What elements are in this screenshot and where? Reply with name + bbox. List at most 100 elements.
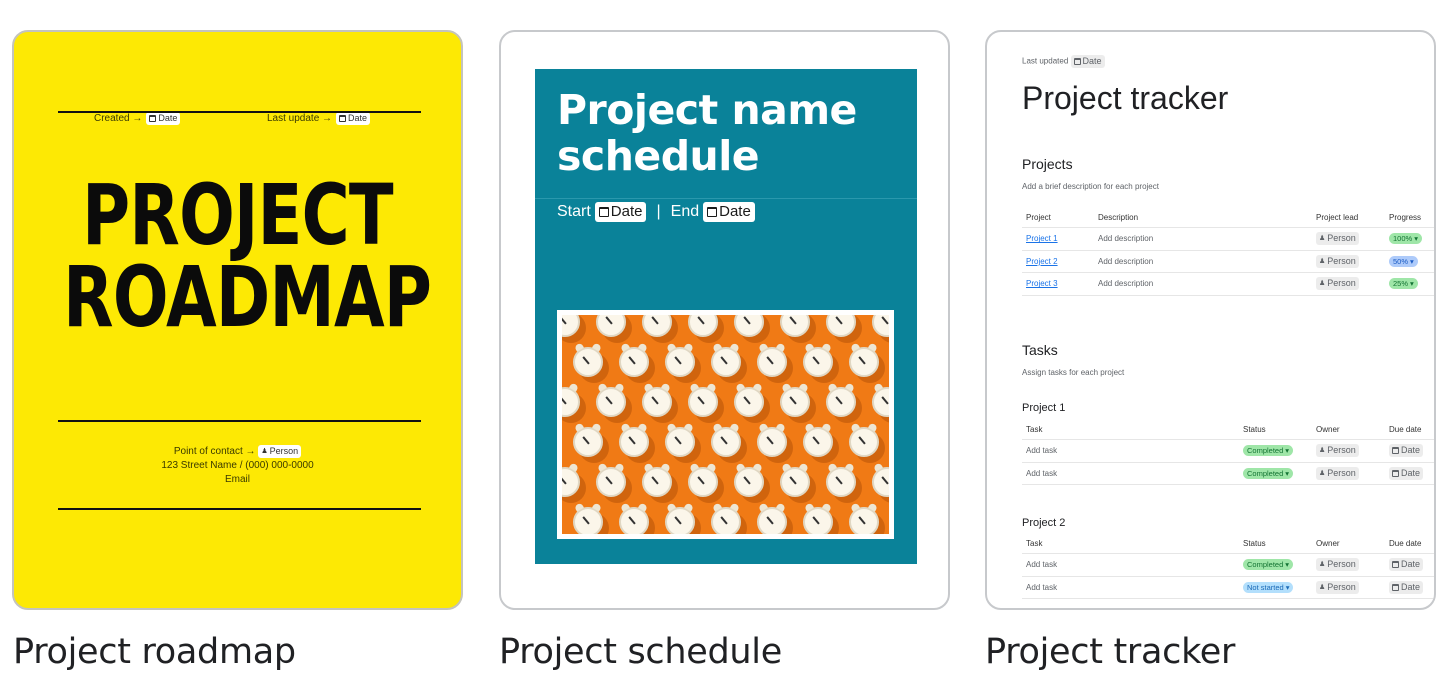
project-link[interactable]: Project 3 <box>1026 279 1058 288</box>
template-card-project-schedule[interactable]: Project name schedule Start Date | End D… <box>499 30 950 610</box>
task-group-heading: Project 2 <box>1022 517 1066 529</box>
alarm-clock-icon <box>642 315 672 337</box>
divider <box>58 508 421 510</box>
alarm-clock-icon <box>562 387 580 417</box>
alarm-clock-icon <box>826 387 856 417</box>
status-pill: Completed ▾ <box>1243 467 1294 479</box>
alarm-clock-icon <box>826 315 856 337</box>
calendar-icon <box>1392 469 1399 477</box>
roadmap-last-update-label: Last update → <box>267 113 333 124</box>
person-icon: ♟ <box>1319 280 1326 288</box>
alarm-clock-icon <box>619 427 649 457</box>
contact-address: 123 Street Name / (000) 000-0000 <box>161 460 314 472</box>
alarm-clock-icon <box>688 315 718 337</box>
schedule-title-line: schedule <box>557 132 760 180</box>
template-caption[interactable]: Project roadmap <box>13 632 296 672</box>
roadmap-contact: Point of contact → ♟ Person 123 Street Na… <box>14 445 461 487</box>
task-cell: Add task <box>1026 446 1058 456</box>
alarm-clock-icon <box>849 427 879 457</box>
schedule-dates: Start Date | End Date <box>557 202 755 222</box>
status-pill: Completed ▾ <box>1243 559 1294 571</box>
column-header: Owner <box>1316 539 1340 548</box>
person-chip: ♟ Person <box>1316 466 1359 480</box>
alarm-clock-icon <box>596 467 626 497</box>
table-row: Add task Completed ▾ ♟ Person Date <box>1022 463 1434 485</box>
date-chip: Date <box>1389 558 1424 572</box>
table-header: Task Status Owner Due date <box>1022 420 1434 440</box>
alarm-clock-icon <box>803 347 833 377</box>
alarm-clock-icon <box>872 387 889 417</box>
table-header: Task Status Owner Due date <box>1022 534 1434 554</box>
tracker-last-updated: Last updated Date <box>1022 55 1422 68</box>
person-icon: ♟ <box>1319 469 1326 477</box>
date-chip: Date <box>594 202 647 222</box>
column-header: Status <box>1243 539 1266 548</box>
person-chip: ♟ Person <box>1316 444 1359 458</box>
calendar-icon <box>598 207 609 217</box>
roadmap-created-row: Created → Date <box>94 112 181 125</box>
tasks-table: Task Status Owner Due date Add task Comp… <box>1022 420 1434 485</box>
projects-heading: Projects <box>1022 156 1073 172</box>
status-pill: Not started ▾ <box>1243 581 1294 593</box>
alarm-clock-icon <box>872 315 889 337</box>
alarm-clock-icon <box>757 427 787 457</box>
dropdown-arrow-icon: ▾ <box>1414 234 1418 244</box>
alarm-clock-icon <box>803 427 833 457</box>
divider <box>58 420 421 422</box>
divider <box>58 111 421 113</box>
alarm-clock-icon <box>711 347 741 377</box>
alarm-clock-icon <box>665 507 695 534</box>
alarm-clock-icon <box>780 467 810 497</box>
dropdown-arrow-icon: ▾ <box>1410 279 1414 289</box>
person-chip: ♟ Person <box>258 445 302 458</box>
table-row: Project 2 Add description ♟ Person 50% ▾ <box>1022 251 1434 273</box>
project-link[interactable]: Project 2 <box>1026 257 1058 266</box>
description-cell: Add description <box>1098 256 1154 266</box>
column-header: Description <box>1098 213 1139 222</box>
alarm-clock-icon <box>780 387 810 417</box>
table-row: Add task Completed ▾ ♟ Person Date <box>1022 554 1434 577</box>
end-label: End <box>670 203 700 220</box>
alarm-clock-icon <box>573 347 603 377</box>
roadmap-created-label: Created → <box>94 113 143 124</box>
template-caption[interactable]: Project tracker <box>985 632 1235 672</box>
contact-label: Point of contact → <box>173 446 256 458</box>
calendar-icon <box>707 207 718 217</box>
person-icon: ♟ <box>261 448 268 455</box>
date-chip: Date <box>1389 444 1424 458</box>
table-row: Add task Not started ▾ ♟ Person Date <box>1022 577 1434 599</box>
column-header: Project lead <box>1316 213 1359 222</box>
task-cell: Add task <box>1026 582 1058 592</box>
progress-pill: 50% ▾ <box>1389 255 1418 267</box>
template-card-project-tracker[interactable]: Last updated Date Project tracker Projec… <box>985 30 1436 610</box>
template-card-project-roadmap[interactable]: Created → Date Last update → Date PROJEC… <box>12 30 463 610</box>
tasks-table: Task Status Owner Due date Add task Comp… <box>1022 534 1434 599</box>
person-icon: ♟ <box>1319 447 1326 455</box>
alarm-clock-icon <box>573 507 603 534</box>
alarm-clock-icon <box>849 507 879 534</box>
tracker-title: Project tracker <box>1022 80 1229 116</box>
alarm-clock-icon <box>562 315 580 337</box>
person-icon: ♟ <box>1319 561 1326 569</box>
divider <box>535 198 917 199</box>
date-chip: Date <box>146 112 181 125</box>
dropdown-arrow-icon: ▾ <box>1285 582 1290 592</box>
column-header: Due date <box>1389 425 1422 434</box>
project-link[interactable]: Project 1 <box>1026 234 1058 243</box>
projects-table: Project Description Project lead Progres… <box>1022 208 1434 296</box>
column-header: Progress <box>1389 213 1422 222</box>
person-chip: ♟ Person <box>1316 277 1359 291</box>
tasks-description: Assign tasks for each project <box>1022 368 1125 377</box>
alarm-clock-icon <box>757 507 787 534</box>
description-cell: Add description <box>1098 234 1154 244</box>
calendar-icon <box>1073 58 1081 65</box>
alarm-clock-icon <box>757 347 787 377</box>
column-header: Task <box>1026 425 1043 434</box>
schedule-title: Project name schedule <box>557 87 857 179</box>
person-chip: ♟ Person <box>1316 580 1359 594</box>
template-caption[interactable]: Project schedule <box>499 632 782 672</box>
person-icon: ♟ <box>1319 235 1326 243</box>
alarm-clock-icon <box>619 347 649 377</box>
tasks-heading: Tasks <box>1022 342 1058 358</box>
table-row: Project 3 Add description ♟ Person 25% ▾ <box>1022 273 1434 296</box>
